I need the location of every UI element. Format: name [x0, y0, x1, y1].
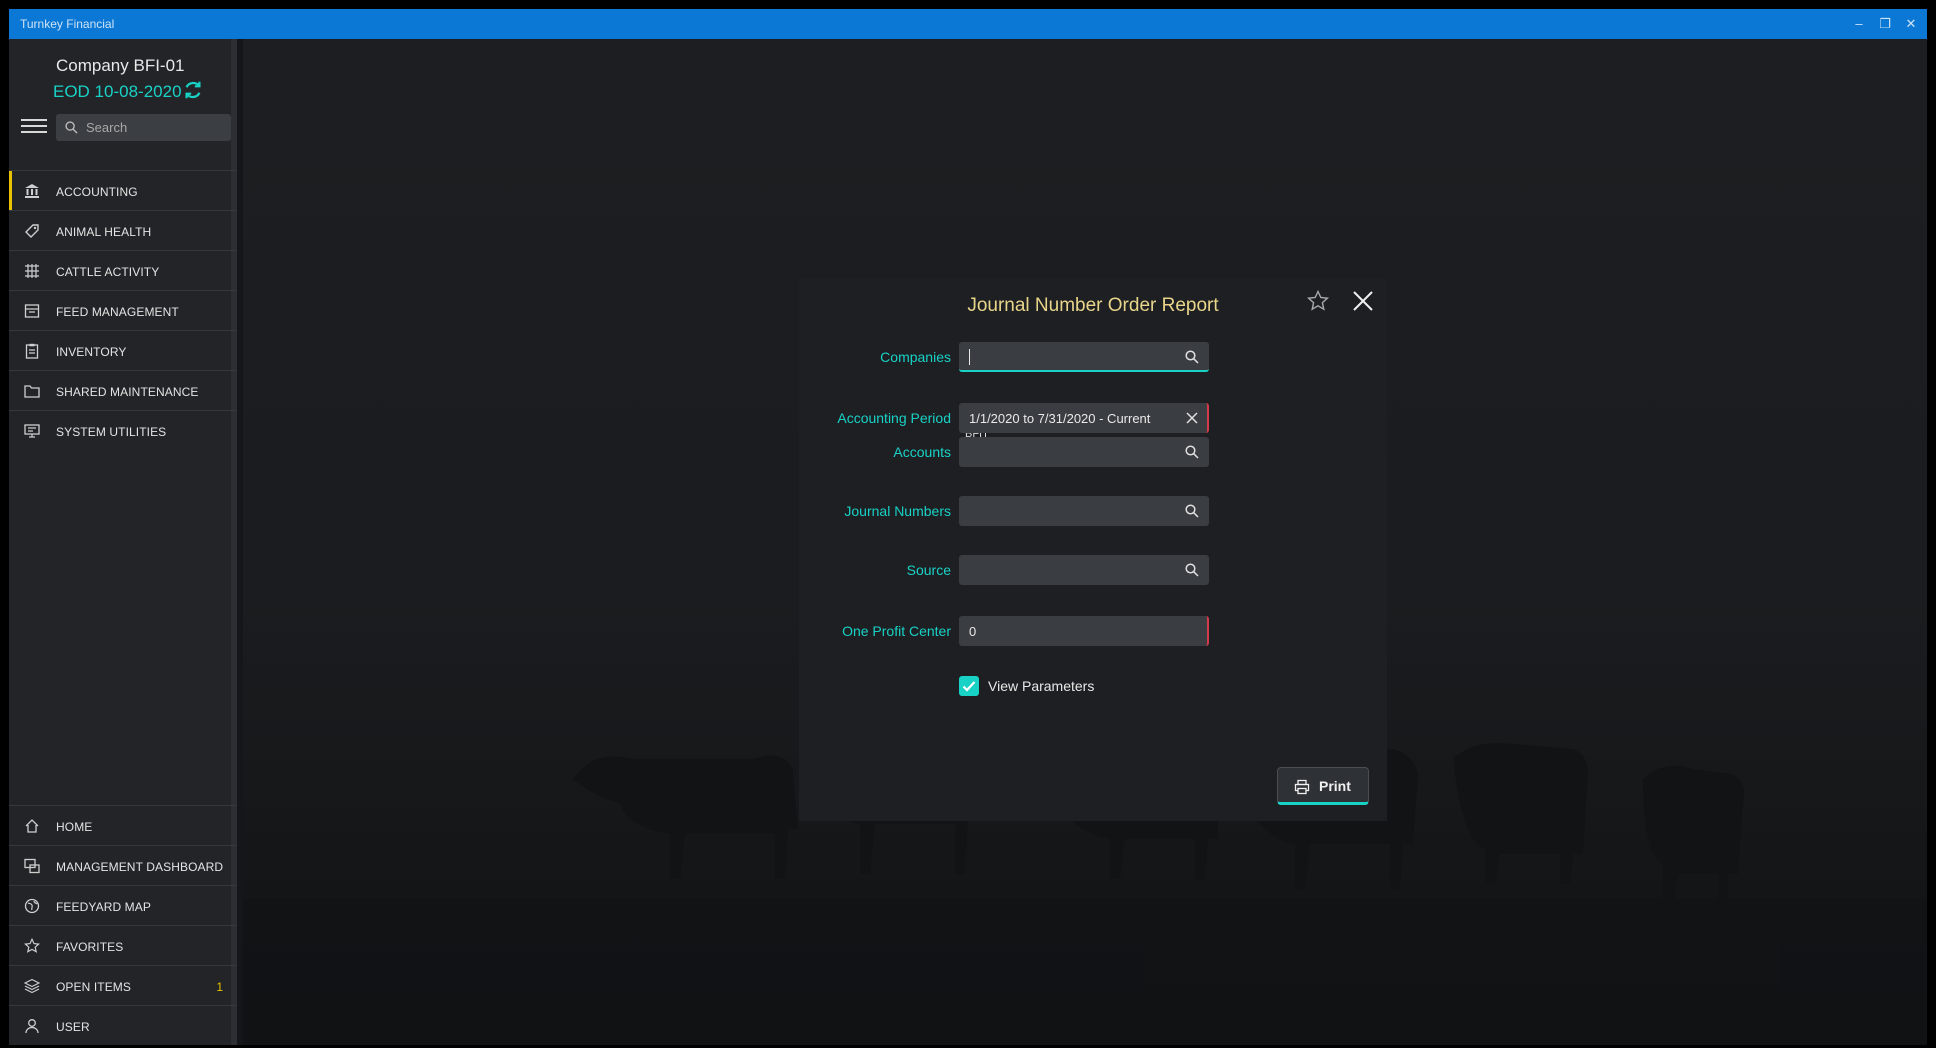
sidebar-item-label: HOME: [56, 820, 93, 834]
journal-numbers-label: Journal Numbers: [844, 503, 951, 519]
sidebar-item-label: OPEN ITEMS: [56, 980, 132, 994]
one-profit-center-field[interactable]: [959, 616, 1209, 646]
sidebar-item-home[interactable]: HOME: [9, 805, 237, 845]
sidebar-item-system-utilities[interactable]: SYSTEM UTILITIES: [9, 410, 237, 450]
app-window: Turnkey Financial – ❐ ✕ Company BFI-01 E…: [9, 9, 1927, 1045]
accounts-field[interactable]: [959, 437, 1209, 467]
minimize-button[interactable]: –: [1849, 15, 1869, 33]
star-icon: [24, 938, 40, 953]
sidebar-item-favorites[interactable]: FAVORITES: [9, 925, 237, 965]
sidebar-search[interactable]: [56, 114, 231, 141]
refresh-icon[interactable]: [182, 79, 204, 101]
home-icon: [25, 819, 39, 833]
checkmark-icon: [962, 681, 976, 692]
sidebar-item-shared-maintenance[interactable]: SHARED MAINTENANCE: [9, 370, 237, 410]
sidebar: Company BFI-01 EOD 10-08-2020 ACCOUNTING…: [9, 39, 237, 1045]
sidebar-item-label: MANAGEMENT DASHBOARD: [56, 860, 224, 874]
sidebar-item-label: FEEDYARD MAP: [56, 900, 151, 914]
eod-date: EOD 10-08-2020: [53, 82, 182, 101]
journal-numbers-input[interactable]: [969, 496, 1169, 526]
company-name: Company BFI-01: [56, 56, 185, 75]
companies-input[interactable]: [969, 342, 1169, 372]
one-profit-center-label: One Profit Center: [842, 623, 951, 639]
window-close-button[interactable]: ✕: [1901, 15, 1921, 33]
companies-label: Companies: [880, 349, 951, 365]
bank-icon: [25, 184, 39, 198]
view-parameters-label: View Parameters: [988, 678, 1095, 694]
title-bar: Turnkey Financial – ❐ ✕: [9, 9, 1927, 39]
search-icon[interactable]: [1185, 563, 1199, 577]
monitor-icon: [24, 424, 40, 438]
restore-button[interactable]: ❐: [1875, 15, 1895, 33]
search-icon[interactable]: [1185, 445, 1199, 459]
search-icon[interactable]: [1185, 504, 1199, 518]
globe-icon: [24, 898, 40, 914]
print-label: Print: [1319, 778, 1351, 794]
search-input[interactable]: [86, 114, 226, 141]
accounting-period-field[interactable]: [959, 403, 1209, 433]
sidebar-item-label: CATTLE ACTIVITY: [56, 265, 160, 279]
favorite-star-icon[interactable]: [1306, 289, 1330, 313]
accounting-period-input[interactable]: [969, 403, 1169, 433]
tag-icon: [25, 224, 39, 238]
accounting-period-label: Accounting Period: [837, 410, 951, 426]
sidebar-item-label: USER: [56, 1020, 90, 1034]
source-input[interactable]: [969, 555, 1169, 585]
dialog-title: Journal Number Order Report: [967, 295, 1219, 316]
folder-icon: [24, 385, 40, 398]
close-icon[interactable]: [1351, 289, 1375, 313]
sidebar-item-label: FAVORITES: [56, 940, 124, 954]
dashboard-icon: [24, 858, 40, 874]
sidebar-item-open-items[interactable]: OPEN ITEMS 1: [9, 965, 237, 1005]
one-profit-center-input[interactable]: [969, 616, 1169, 646]
main-area: Journal Number Order Report Companies BF…: [243, 39, 1927, 1045]
sidebar-item-animal-health[interactable]: ANIMAL HEALTH: [9, 210, 237, 250]
sidebar-item-accounting[interactable]: ACCOUNTING: [9, 170, 237, 210]
sidebar-item-cattle-activity[interactable]: CATTLE ACTIVITY: [9, 250, 237, 290]
clear-icon[interactable]: [1185, 411, 1199, 425]
sidebar-item-feed-management[interactable]: FEED MANAGEMENT: [9, 290, 237, 330]
sidebar-item-feedyard-map[interactable]: FEEDYARD MAP: [9, 885, 237, 925]
sidebar-item-management-dashboard[interactable]: MANAGEMENT DASHBOARD: [9, 845, 237, 885]
layers-icon: [24, 978, 40, 994]
window-title: Turnkey Financial: [20, 17, 115, 31]
printer-icon: [1294, 779, 1310, 795]
source-field[interactable]: [959, 555, 1209, 585]
sidebar-item-label: ACCOUNTING: [56, 185, 138, 199]
sidebar-item-inventory[interactable]: INVENTORY: [9, 330, 237, 370]
sidebar-item-label: ANIMAL HEALTH: [56, 225, 152, 239]
source-label: Source: [906, 562, 951, 578]
journal-numbers-field[interactable]: [959, 496, 1209, 526]
nav-top: ACCOUNTING ANIMAL HEALTH CATTLE ACTIVITY…: [9, 170, 237, 450]
sidebar-item-label: SHARED MAINTENANCE: [56, 385, 199, 399]
feed-icon: [24, 304, 40, 318]
user-icon: [25, 1019, 39, 1034]
search-icon: [65, 121, 78, 134]
nav-bottom: HOME MANAGEMENT DASHBOARD FEEDYARD MAP F…: [9, 805, 237, 1045]
companies-field[interactable]: [959, 342, 1209, 372]
view-parameters-checkbox[interactable]: [959, 676, 979, 696]
hamburger-menu-icon[interactable]: [21, 119, 47, 137]
grid-icon: [25, 264, 39, 278]
search-icon[interactable]: [1185, 350, 1199, 364]
journal-report-dialog: Journal Number Order Report Companies BF…: [799, 279, 1387, 821]
sidebar-item-label: SYSTEM UTILITIES: [56, 425, 167, 439]
sidebar-item-label: FEED MANAGEMENT: [56, 305, 179, 319]
clipboard-icon: [25, 343, 39, 359]
open-items-badge: 1: [216, 980, 223, 994]
accounts-input[interactable]: [969, 437, 1169, 467]
accounts-label: Accounts: [893, 444, 951, 460]
sidebar-item-label: INVENTORY: [56, 345, 127, 359]
print-button[interactable]: Print: [1277, 767, 1369, 805]
sidebar-item-user[interactable]: USER: [9, 1005, 237, 1045]
